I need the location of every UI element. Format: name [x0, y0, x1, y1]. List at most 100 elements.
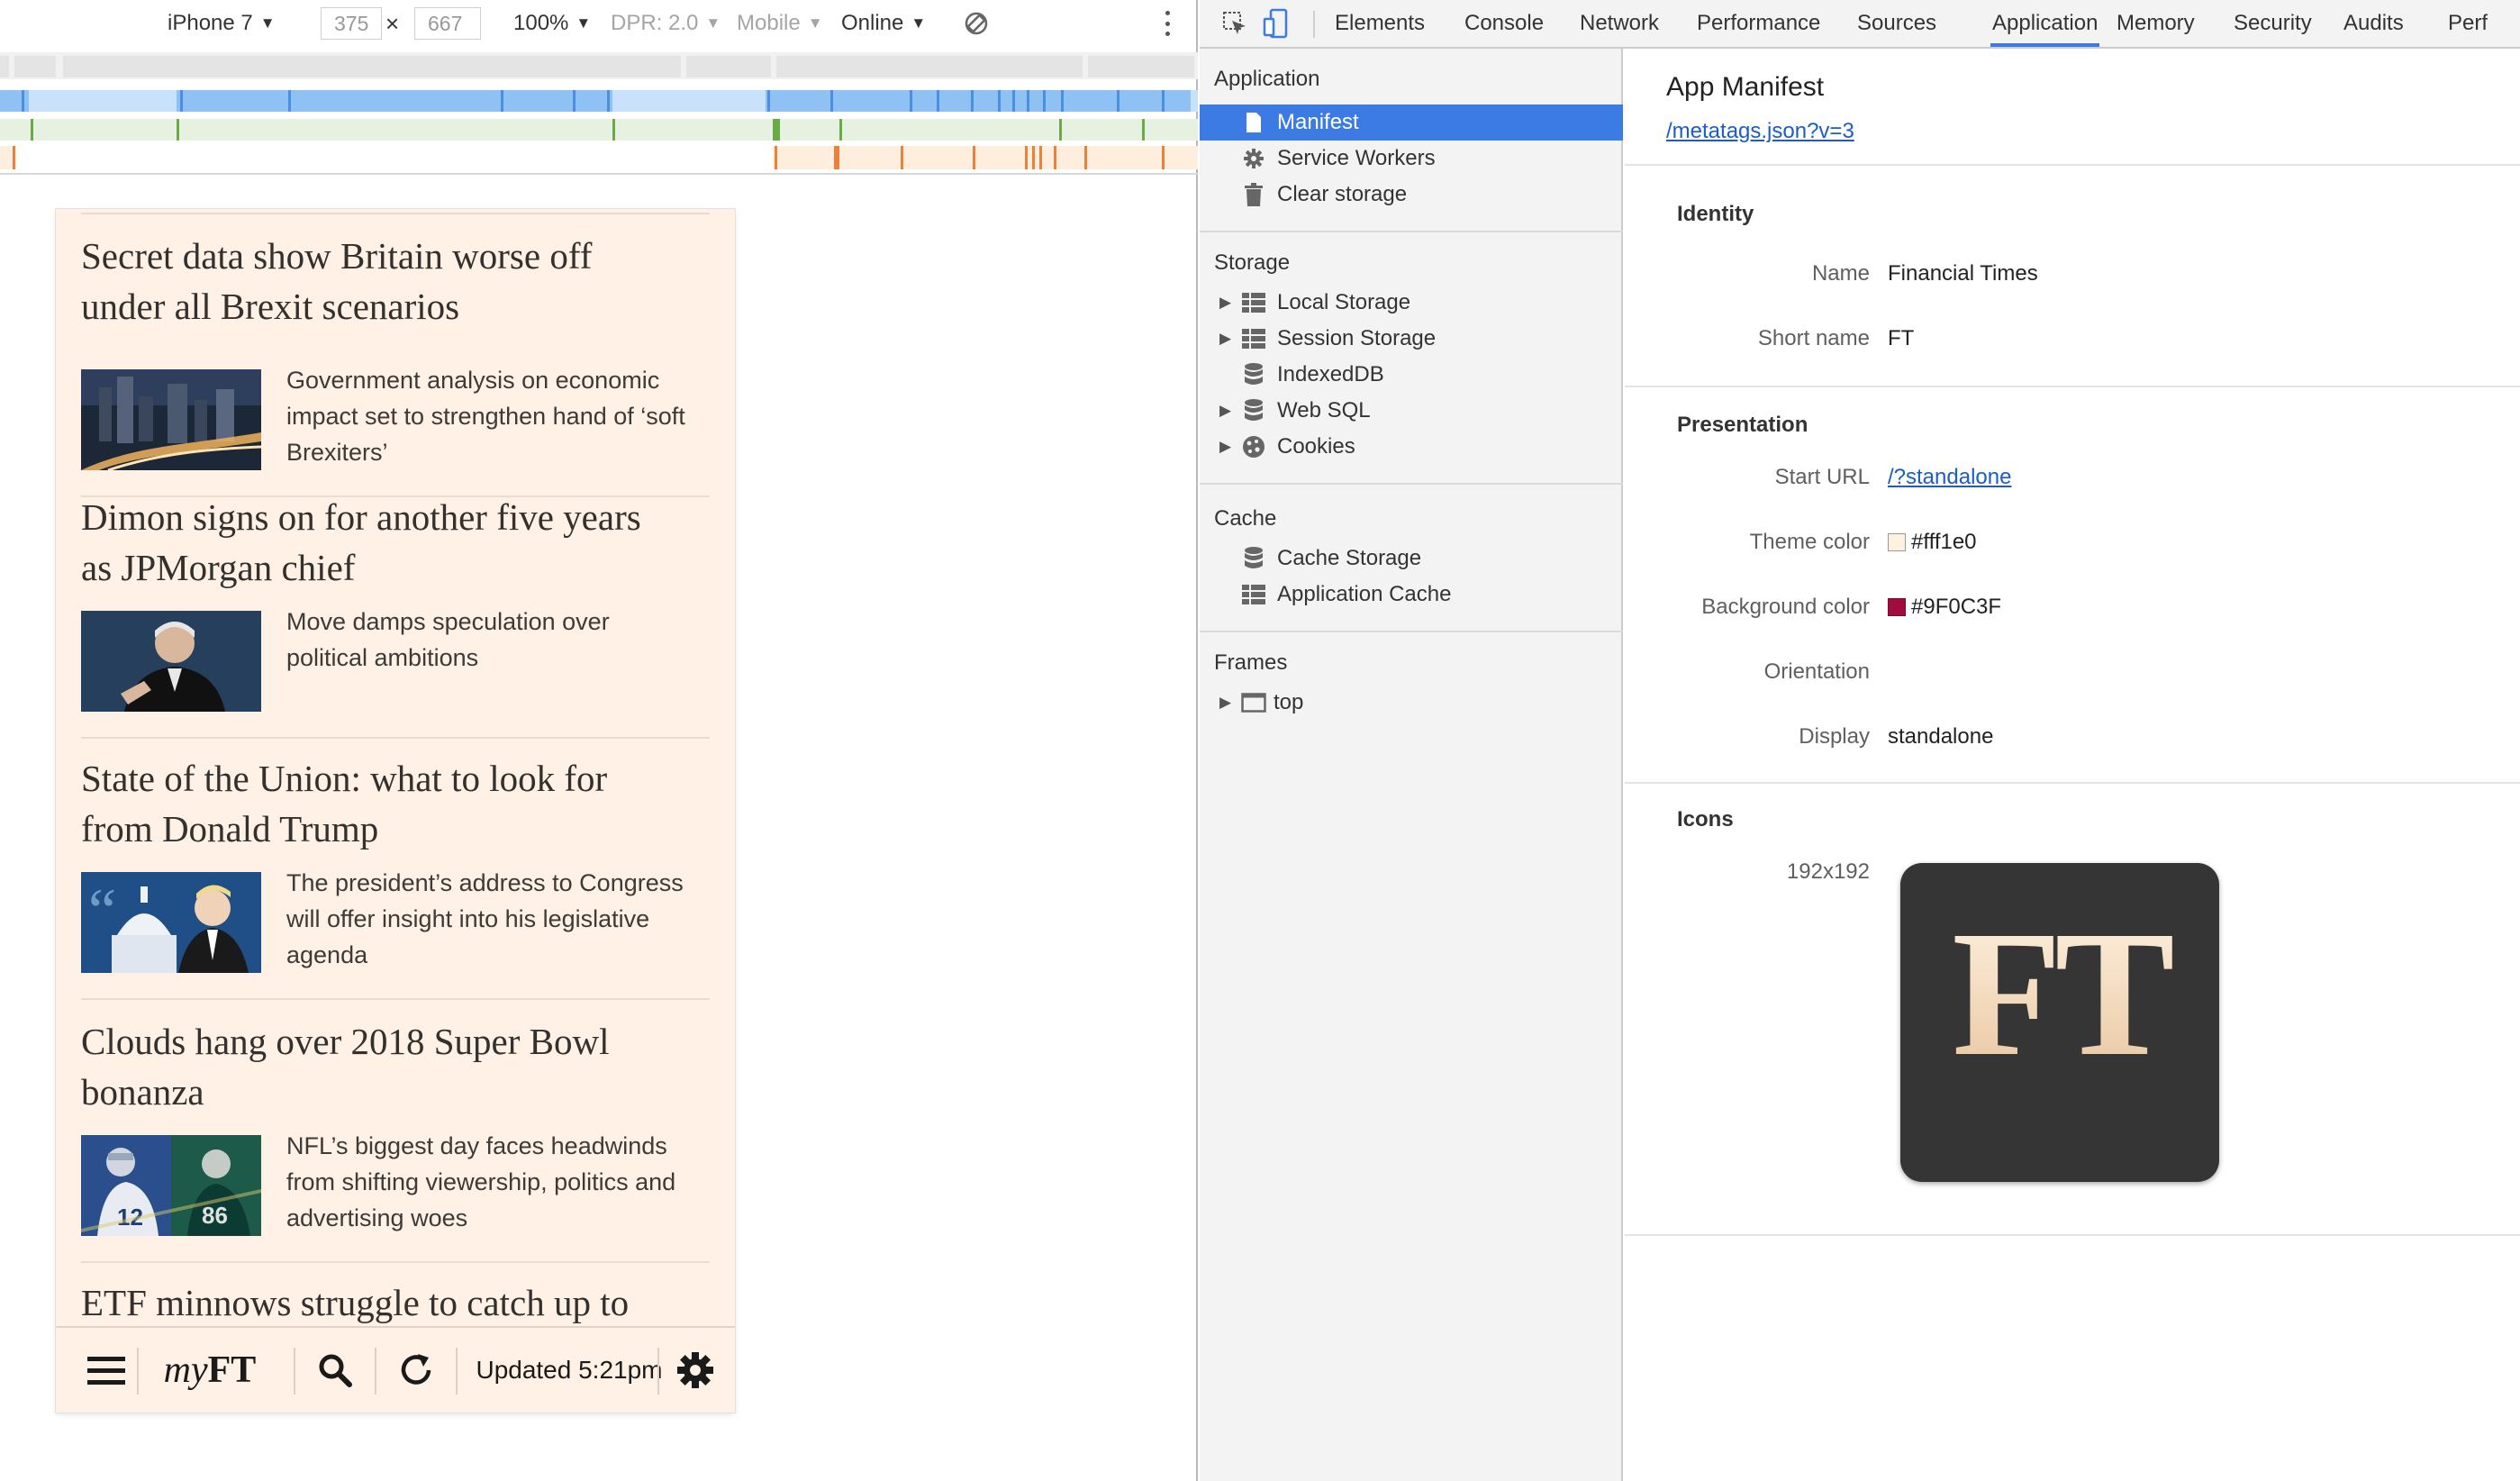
start-url-link[interactable]: /?standalone [1888, 465, 2011, 490]
sidebar-header-cache: Cache [1214, 506, 1277, 531]
tab-application[interactable]: Application [1990, 0, 2100, 47]
more-options-icon[interactable] [1165, 11, 1171, 36]
article-headline[interactable]: State of the Union: what to look for from… [81, 753, 710, 854]
media-query-bar-min-width[interactable] [0, 146, 1198, 169]
settings-gear-icon[interactable] [659, 1328, 731, 1413]
tab-audits[interactable]: Audits [2343, 0, 2404, 47]
sidebar-item-label: Web SQL [1277, 398, 1371, 422]
mode-select[interactable]: Mobile ▼ [737, 0, 823, 47]
ft-bottom-bar: myFT Updated 5:21pm [56, 1326, 735, 1413]
caret-down-icon: ▼ [911, 14, 927, 32]
article-card[interactable]: Dimon signs on for another five years as … [81, 492, 710, 739]
article-summary: The president’s address to Congress will… [286, 865, 710, 973]
myft-logo-ft: FT [207, 1349, 257, 1391]
article-card[interactable]: State of the Union: what to look for from… [81, 753, 710, 1000]
article-thumbnail-city-night[interactable] [81, 369, 261, 470]
manifest-url-link[interactable]: /metatags.json?v=3 [1666, 119, 1854, 144]
article-card[interactable]: Secret data show Britain worse off under … [81, 231, 710, 497]
theme-color-swatch [1888, 533, 1906, 551]
article-card[interactable]: Clouds hang over 2018 Super Bowl bonanza … [81, 1016, 710, 1263]
expand-triangle-icon[interactable]: ▶ [1219, 294, 1231, 312]
article-thumbnail-portrait[interactable] [81, 611, 261, 712]
tab-sources[interactable]: Sources [1857, 0, 1936, 47]
tab-elements[interactable]: Elements [1335, 0, 1425, 47]
article-headline[interactable]: Dimon signs on for another five years as … [81, 492, 710, 593]
sidebar-item-label: Clear storage [1277, 182, 1408, 206]
article-card[interactable]: ETF minnows struggle to catch up to [81, 1277, 710, 1328]
article-thumbnail-football[interactable]: 12 86 [81, 1135, 261, 1236]
field-value: FT [1888, 326, 1915, 350]
sidebar-item-label: Manifest [1277, 110, 1359, 134]
height-input[interactable]: 667 [414, 7, 481, 40]
field-label: 192x192 [1786, 859, 1870, 884]
sidebar-item-local-storage[interactable]: ▶ Local Storage [1200, 285, 1623, 321]
media-query-bar-min-max-width[interactable] [0, 119, 1198, 141]
panel-title: App Manifest [1666, 72, 1825, 102]
dpr-select[interactable]: DPR: 2.0 ▼ [611, 0, 721, 47]
sidebar-item-service-workers[interactable]: Service Workers [1200, 141, 1623, 177]
headline-line: Clouds hang over 2018 Super Bowl [81, 1021, 610, 1062]
sidebar-item-frame-top[interactable]: ▶ top [1200, 685, 1623, 721]
headline-line: bonanza [81, 1071, 204, 1113]
cookie-icon [1241, 434, 1266, 459]
dimension-separator: × [385, 9, 400, 37]
tab-console[interactable]: Console [1464, 0, 1544, 47]
search-icon[interactable] [297, 1328, 373, 1413]
sidebar-item-label: Session Storage [1277, 326, 1437, 350]
sidebar-item-indexeddb[interactable]: IndexedDB [1200, 357, 1623, 393]
field-value: Financial Times [1888, 261, 2038, 286]
application-sidebar: Application Manifest Service Workers Cle… [1200, 49, 1623, 1481]
zoom-select[interactable]: 100% ▼ [513, 0, 591, 47]
field-start-url: Start URL /?standalone [1625, 465, 2520, 501]
summary-line: agenda [286, 941, 368, 968]
divider [1625, 386, 2520, 387]
background-color-text: #9F0C3F [1911, 595, 2002, 619]
divider [456, 1348, 458, 1395]
sidebar-item-web-sql[interactable]: ▶ Web SQL [1200, 393, 1623, 429]
tab-network[interactable]: Network [1580, 0, 1659, 47]
frame-icon [1241, 690, 1266, 715]
device-select[interactable]: iPhone 7 ▼ [168, 0, 276, 47]
sidebar-item-label: top [1274, 690, 1304, 714]
divider [1625, 1234, 2520, 1236]
expand-triangle-icon[interactable]: ▶ [1219, 402, 1231, 420]
article-headline[interactable]: ETF minnows struggle to catch up to [81, 1277, 710, 1328]
refresh-icon[interactable] [378, 1328, 454, 1413]
sidebar-item-cache-storage[interactable]: Cache Storage [1200, 541, 1623, 577]
viewport-divider [0, 173, 1198, 175]
caret-down-icon: ▼ [807, 14, 823, 32]
summary-line: political ambitions [286, 644, 479, 671]
sidebar-item-application-cache[interactable]: Application Cache [1200, 577, 1623, 613]
tab-memory[interactable]: Memory [2117, 0, 2195, 47]
rotate-icon[interactable] [962, 0, 991, 47]
divider [1200, 483, 1623, 485]
article-thumbnail-capitol[interactable]: “ [81, 872, 261, 973]
tab-security[interactable]: Security [2234, 0, 2312, 47]
updated-time: Updated 5:21pm [461, 1328, 677, 1413]
database-icon [1241, 362, 1266, 387]
tab-perf[interactable]: Perf [2448, 0, 2488, 47]
expand-triangle-icon[interactable]: ▶ [1219, 694, 1231, 712]
sidebar-item-cookies[interactable]: ▶ Cookies [1200, 429, 1623, 465]
inspect-element-icon[interactable] [1214, 0, 1255, 47]
caret-down-icon: ▼ [576, 14, 592, 32]
menu-icon[interactable] [70, 1328, 142, 1413]
sidebar-item-manifest[interactable]: Manifest [1200, 104, 1623, 141]
device-toolbar-icon[interactable] [1255, 0, 1297, 47]
expand-triangle-icon[interactable]: ▶ [1219, 438, 1231, 456]
summary-line: from shifting viewership, politics and [286, 1168, 676, 1195]
sidebar-item-session-storage[interactable]: ▶ Session Storage [1200, 321, 1623, 357]
tab-performance[interactable]: Performance [1697, 0, 1820, 47]
sidebar-item-clear-storage[interactable]: Clear storage [1200, 177, 1623, 213]
myft-logo[interactable]: myFT [142, 1328, 277, 1413]
width-input[interactable]: 375 [321, 7, 382, 40]
document-icon [1241, 110, 1266, 135]
expand-triangle-icon[interactable]: ▶ [1219, 330, 1231, 348]
divider [81, 213, 710, 214]
network-select[interactable]: Online ▼ [841, 0, 926, 47]
article-headline[interactable]: Clouds hang over 2018 Super Bowl bonanza [81, 1016, 710, 1117]
media-query-bar-max-width[interactable] [0, 90, 1198, 112]
article-headline[interactable]: Secret data show Britain worse off under … [81, 231, 710, 332]
headline-line: ETF minnows struggle to catch up to [81, 1282, 630, 1323]
updated-label: Updated 5:21pm [476, 1356, 663, 1384]
